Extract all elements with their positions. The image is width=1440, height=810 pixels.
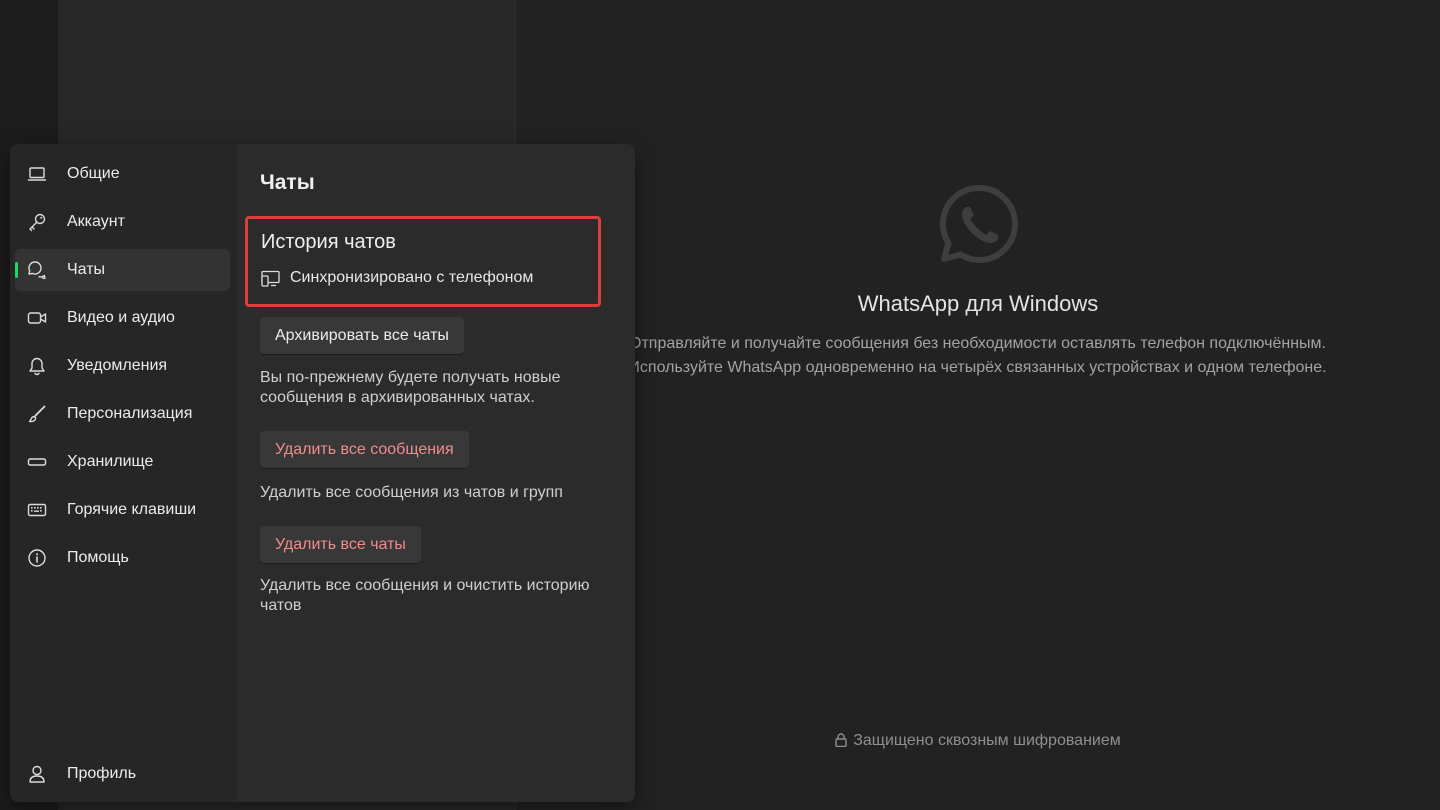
nav-item-label: Профиль xyxy=(67,765,137,782)
key-icon xyxy=(27,212,47,232)
keyboard-icon xyxy=(27,500,47,520)
nav-item-notifications[interactable]: Уведомления xyxy=(15,345,230,387)
panel-title: Чаты xyxy=(260,171,315,194)
nav-item-video-audio[interactable]: Видео и аудио xyxy=(15,297,230,339)
nav-item-label: Аккаунт xyxy=(67,213,125,230)
delete-all-chats-button[interactable]: Удалить все чаты xyxy=(260,526,421,563)
person-icon xyxy=(27,764,47,784)
welcome-title: WhatsApp для Windows xyxy=(857,291,1099,316)
delete-chats-help-text: Удалить все сообщения и очистить историю… xyxy=(260,577,590,614)
welcome-description: Отправляйте и получайте сообщения без не… xyxy=(516,332,1440,380)
nav-item-personalization[interactable]: Персонализация xyxy=(15,393,230,435)
welcome-description-line-1: Отправляйте и получайте сообщения без не… xyxy=(629,335,1326,352)
nav-item-label: Общие xyxy=(67,165,120,182)
nav-item-label: Горячие клавиши xyxy=(67,501,197,518)
storage-drive-icon xyxy=(27,452,47,472)
encryption-note: Защищено сквозным шифрованием xyxy=(516,732,1440,750)
chat-history-title: История чатов xyxy=(261,231,396,253)
nav-item-hotkeys[interactable]: Горячие клавиши xyxy=(15,489,230,531)
delete-all-messages-button[interactable]: Удалить все сообщения xyxy=(260,431,469,468)
info-icon xyxy=(27,548,47,568)
chats-settings-panel: Чаты История чатов Синхронизировано с те… xyxy=(237,144,635,802)
nav-item-help[interactable]: Помощь xyxy=(15,537,230,579)
settings-nav: Общие Аккаунт Чаты Видео и аудио Уведомл xyxy=(10,144,237,802)
brush-icon xyxy=(27,404,47,424)
lock-icon xyxy=(835,733,847,748)
settings-dialog: Общие Аккаунт Чаты Видео и аудио Уведомл xyxy=(10,144,635,802)
main-welcome-pane: WhatsApp для Windows Отправляйте и получ… xyxy=(516,0,1440,810)
encryption-note-text: Защищено сквозным шифрованием xyxy=(853,732,1121,749)
nav-item-label: Хранилище xyxy=(67,453,154,470)
chat-bubbles-icon xyxy=(27,260,47,280)
whatsapp-logo-icon xyxy=(940,185,1018,263)
nav-item-profile[interactable]: Профиль xyxy=(15,753,230,795)
nav-item-chats[interactable]: Чаты xyxy=(15,249,230,291)
delete-messages-help-text: Удалить все сообщения из чатов и групп xyxy=(260,484,563,501)
laptop-icon xyxy=(27,164,47,184)
archive-help-text: Вы по-прежнему будете получать новые соо… xyxy=(260,369,561,406)
nav-item-general[interactable]: Общие xyxy=(15,153,230,195)
welcome-description-line-2: Используйте WhatsApp одновременно на чет… xyxy=(628,359,1327,376)
bell-icon xyxy=(27,356,47,376)
nav-item-label: Видео и аудио xyxy=(67,309,175,326)
video-camera-icon xyxy=(27,308,47,328)
nav-item-storage[interactable]: Хранилище xyxy=(15,441,230,483)
chat-history-section: История чатов Синхронизировано с телефон… xyxy=(245,216,601,307)
nav-item-label: Персонализация xyxy=(67,405,193,422)
nav-item-account[interactable]: Аккаунт xyxy=(15,201,230,243)
nav-item-label: Чаты xyxy=(67,261,106,278)
sync-status: Синхронизировано с телефоном xyxy=(261,269,533,287)
archive-all-chats-button[interactable]: Архивировать все чаты xyxy=(260,317,464,354)
phone-sync-icon xyxy=(261,270,280,287)
nav-item-label: Уведомления xyxy=(67,357,168,374)
sync-status-text: Синхронизировано с телефоном xyxy=(290,269,534,286)
nav-item-label: Помощь xyxy=(67,549,129,566)
